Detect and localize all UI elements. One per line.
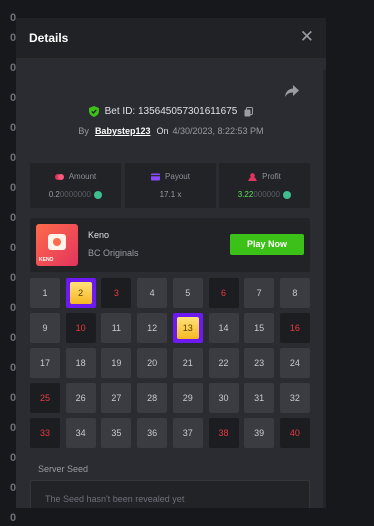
- keno-cell: 24: [279, 348, 310, 378]
- shield-icon: [88, 106, 99, 117]
- keno-thumbnail[interactable]: KENO: [36, 224, 78, 266]
- stats-row: Amount 0.20000000 Payout 17.1 x Profit 3…: [30, 163, 310, 208]
- keno-cell: 1: [30, 278, 60, 308]
- keno-cell: 22: [208, 348, 239, 378]
- keno-cell: 28: [137, 383, 168, 413]
- keno-cell: 18: [65, 348, 96, 378]
- keno-cell: 29: [172, 383, 203, 413]
- keno-logo-icon: [48, 234, 66, 250]
- server-seed-field: The Seed hasn't been revealed yet: [30, 480, 310, 508]
- server-seed-value: The Seed hasn't been revealed yet: [45, 494, 185, 504]
- keno-cell: 9: [30, 313, 60, 343]
- background-digit: 0: [10, 512, 17, 524]
- keno-cell: 20: [137, 348, 168, 378]
- profit-value: 3.22000000: [219, 190, 310, 199]
- keno-cell: 6: [208, 278, 239, 308]
- game-provider: BC Originals: [88, 248, 139, 258]
- keno-cell: 15: [244, 313, 275, 343]
- close-icon[interactable]: ✕: [300, 28, 314, 45]
- keno-cell: 4: [137, 278, 168, 308]
- keno-cell: 5: [172, 278, 203, 308]
- keno-cell: 14: [208, 313, 239, 343]
- keno-cell: 40: [279, 418, 310, 448]
- keno-cell: 30: [208, 383, 239, 413]
- keno-cell: 17: [30, 348, 60, 378]
- amount-label: Amount: [68, 172, 97, 181]
- keno-cell: 27: [101, 383, 132, 413]
- keno-cell: 12: [137, 313, 168, 343]
- keno-cell: 25: [30, 383, 60, 413]
- keno-cell: 21: [172, 348, 203, 378]
- profit-stat: Profit 3.22000000: [219, 163, 310, 208]
- bet-timestamp: 4/30/2023, 8:22:53 PM: [172, 126, 264, 136]
- payout-value: 17.1 x: [159, 190, 182, 199]
- keno-cell: 35: [101, 418, 132, 448]
- coin-icon: [94, 190, 103, 199]
- keno-cell: 33: [30, 418, 60, 448]
- username-link[interactable]: Babystep123: [95, 126, 151, 136]
- profit-icon: [248, 173, 258, 181]
- keno-cell: 8: [279, 278, 310, 308]
- by-label: By: [78, 126, 89, 136]
- keno-cell: 37: [172, 418, 203, 448]
- keno-cell: 34: [65, 418, 96, 448]
- game-name: Keno: [88, 230, 110, 240]
- keno-cell: 23: [244, 348, 275, 378]
- keno-cell: 38: [208, 418, 239, 448]
- amount-icon: [54, 173, 64, 180]
- keno-cell: 10: [65, 313, 96, 343]
- keno-hit-number: 13: [176, 317, 199, 339]
- coin-icon: [283, 190, 292, 199]
- keno-cell: 31: [244, 383, 275, 413]
- play-now-button[interactable]: Play Now: [230, 234, 304, 255]
- keno-cell: 39: [244, 418, 275, 448]
- keno-cell: 7: [244, 278, 275, 308]
- payout-icon: [151, 173, 161, 181]
- keno-hit-number: 2: [69, 282, 92, 304]
- keno-cell: 2: [65, 278, 96, 308]
- amount-value: 0.20000000: [30, 190, 121, 199]
- share-icon[interactable]: [284, 84, 300, 98]
- copy-icon[interactable]: [244, 106, 254, 117]
- modal-title: Details: [29, 31, 69, 45]
- server-seed-label: Server Seed: [38, 464, 89, 474]
- profit-label: Profit: [262, 172, 281, 181]
- keno-cell: 16: [279, 313, 310, 343]
- bet-id: Bet ID: 135645057301611675: [104, 106, 238, 117]
- amount-stat: Amount 0.20000000: [30, 163, 121, 208]
- keno-cell: 36: [137, 418, 168, 448]
- keno-cell: 11: [101, 313, 132, 343]
- game-card: KENO Keno BC Originals Play Now: [30, 218, 310, 272]
- keno-cell: 32: [279, 383, 310, 413]
- keno-cell: 13: [172, 313, 203, 343]
- bet-id-row: Bet ID: 135645057301611675: [16, 106, 326, 117]
- keno-cell: 3: [101, 278, 132, 308]
- modal-header: Details ✕: [16, 18, 326, 58]
- by-row: By Babystep123 On 4/30/2023, 8:22:53 PM: [16, 126, 326, 136]
- payout-stat: Payout 17.1 x: [125, 163, 216, 208]
- keno-cell: 26: [65, 383, 96, 413]
- background-digits: 000000000000000000: [0, 0, 16, 526]
- scrollbar[interactable]: [323, 70, 326, 508]
- payout-label: Payout: [165, 172, 190, 181]
- keno-cell: 19: [101, 348, 132, 378]
- on-label: On: [156, 126, 169, 136]
- bet-details-modal: Details ✕ Bet ID: 135645057301611675 By B…: [16, 18, 326, 508]
